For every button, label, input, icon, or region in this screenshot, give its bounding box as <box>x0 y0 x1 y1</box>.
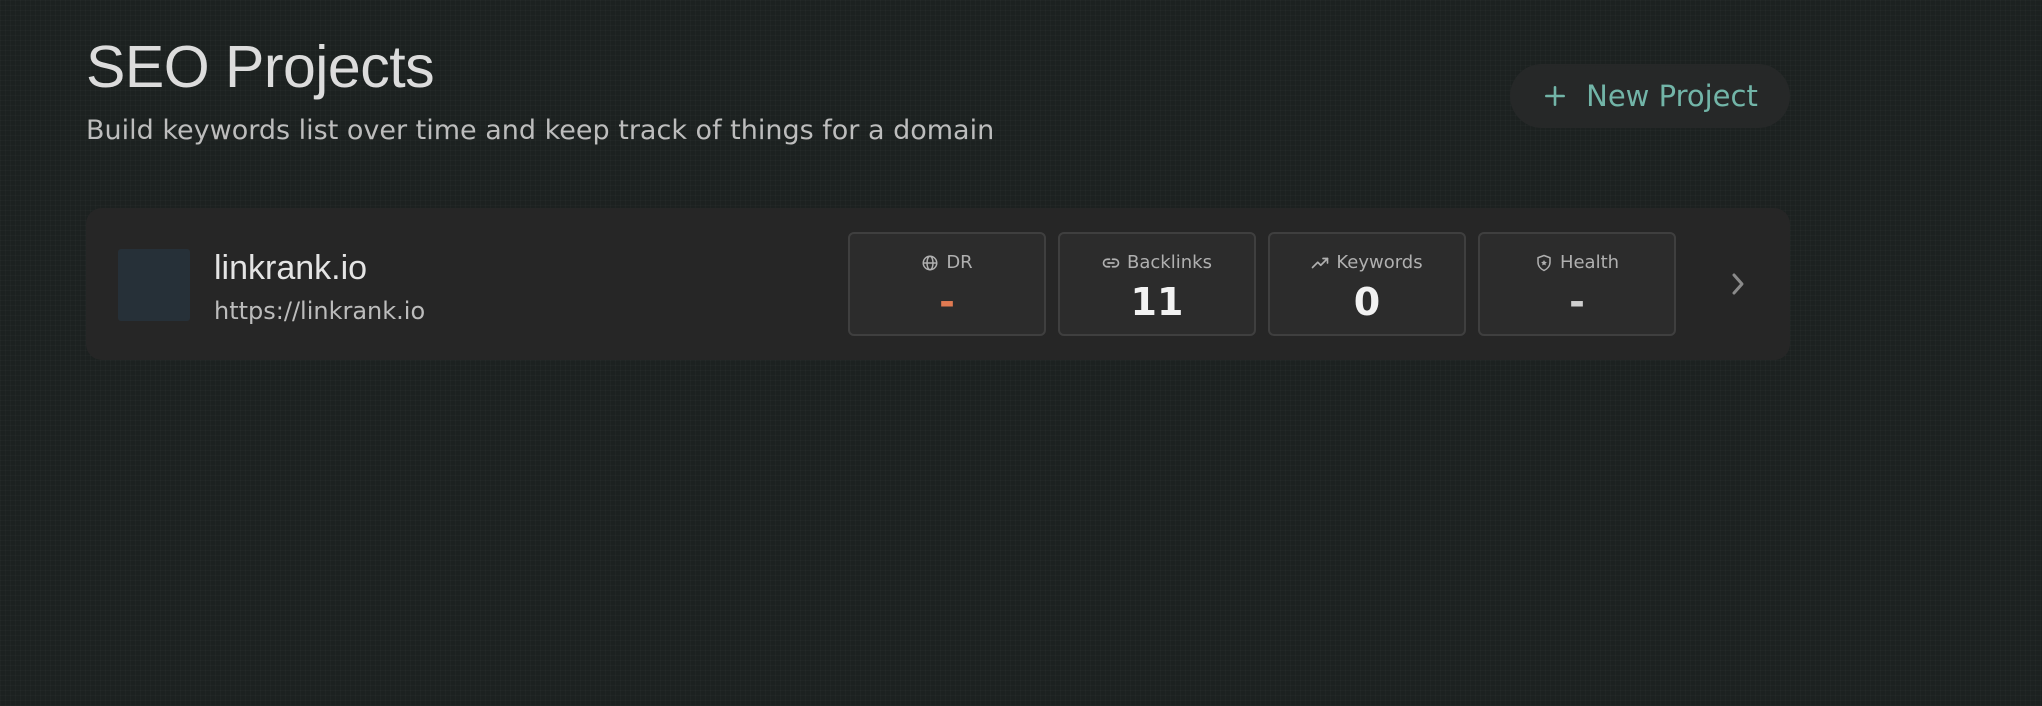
plus-icon <box>1542 83 1568 109</box>
project-name: linkrank.io <box>214 249 368 287</box>
new-project-button[interactable]: New Project <box>1510 64 1790 128</box>
project-stats: DR - Backlinks 11 Keywords 0 Health - <box>848 232 1676 336</box>
trending-up-icon <box>1311 254 1329 272</box>
stat-keywords-value: 0 <box>1353 280 1381 324</box>
globe-icon <box>921 254 939 272</box>
stat-health-label: Health <box>1535 252 1619 274</box>
stat-backlinks: Backlinks 11 <box>1058 232 1256 336</box>
stat-keywords-label: Keywords <box>1311 252 1423 274</box>
stat-health: Health - <box>1478 232 1676 336</box>
project-card[interactable]: linkrank.io https://linkrank.io DR - Bac… <box>86 208 1790 360</box>
stat-backlinks-label-text: Backlinks <box>1127 252 1212 273</box>
stat-dr: DR - <box>848 232 1046 336</box>
stat-dr-label: DR <box>921 252 973 274</box>
shield-icon <box>1535 254 1553 272</box>
stat-dr-value: - <box>939 280 955 324</box>
stat-health-value: - <box>1569 280 1585 324</box>
link-icon <box>1102 254 1120 272</box>
stat-backlinks-value: 11 <box>1130 280 1184 324</box>
stat-keywords-label-text: Keywords <box>1336 252 1423 273</box>
stat-backlinks-label: Backlinks <box>1102 252 1212 274</box>
stat-dr-label-text: DR <box>946 252 973 273</box>
page-title: SEO Projects <box>86 34 435 100</box>
project-avatar <box>118 249 190 321</box>
new-project-label: New Project <box>1586 79 1758 113</box>
project-url: https://linkrank.io <box>214 297 426 325</box>
page-header: SEO Projects Build keywords list over ti… <box>86 36 994 148</box>
chevron-right-icon[interactable] <box>1724 268 1752 300</box>
stat-health-label-text: Health <box>1559 252 1620 273</box>
page-subtitle: Build keywords list over time and keep t… <box>86 115 995 146</box>
stat-keywords: Keywords 0 <box>1268 232 1466 336</box>
